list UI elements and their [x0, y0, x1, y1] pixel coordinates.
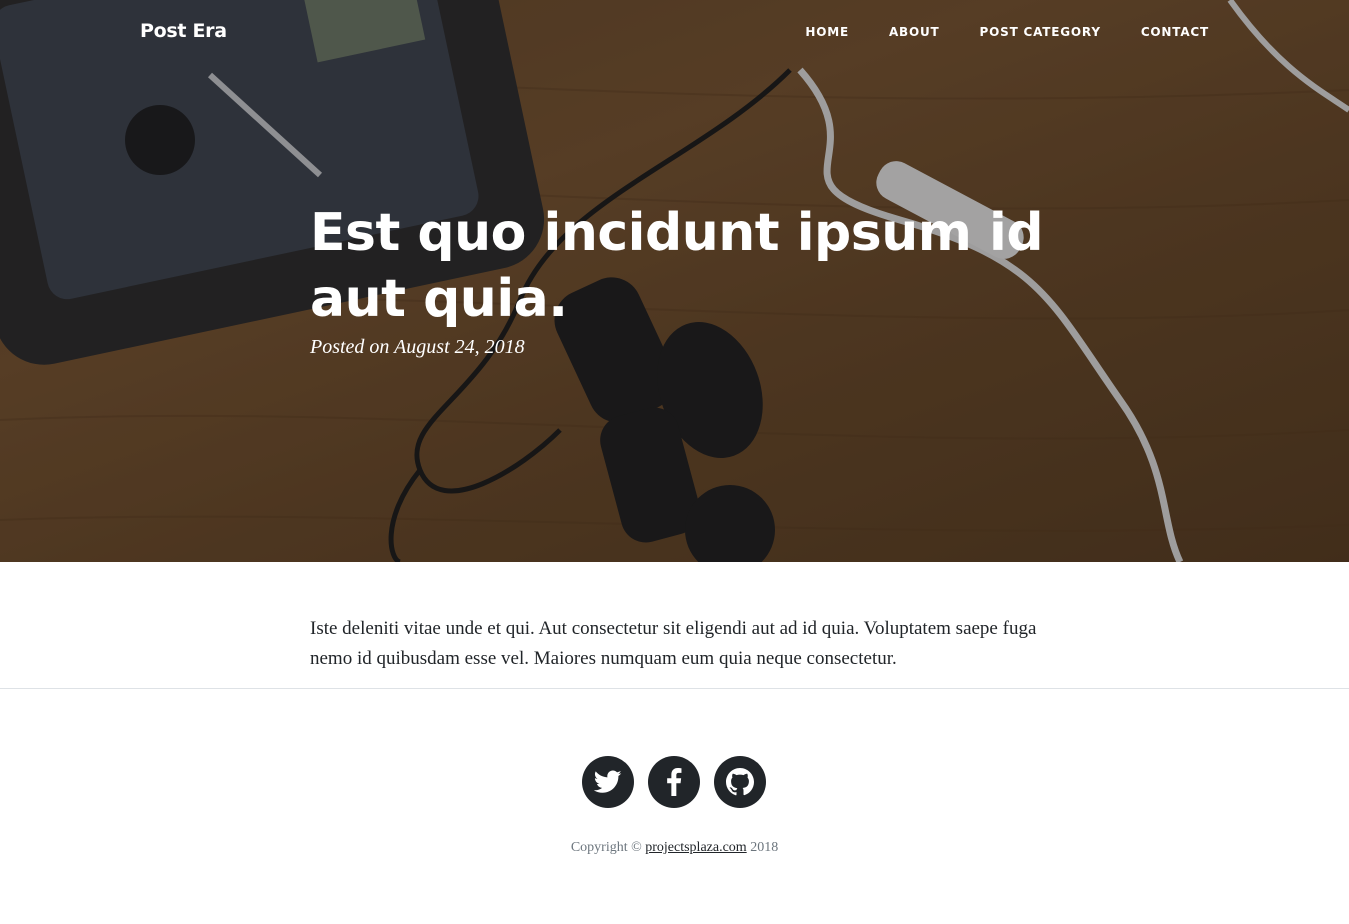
- social-links: [582, 756, 766, 808]
- twitter-link[interactable]: [582, 756, 634, 808]
- brand-logo-link[interactable]: Post Era: [140, 20, 227, 42]
- github-icon: [726, 768, 754, 796]
- copyright-suffix: 2018: [746, 840, 779, 855]
- nav-item-post-category[interactable]: POST CATEGORY: [980, 25, 1101, 39]
- nav-item-contact[interactable]: CONTACT: [1141, 25, 1209, 39]
- post-title: Est quo incidunt ipsum id aut quia.: [310, 203, 1044, 329]
- main-navbar: Post Era HOME ABOUT POST CATEGORY CONTAC…: [0, 0, 1349, 64]
- nav-menu: HOME ABOUT POST CATEGORY CONTACT: [805, 25, 1209, 39]
- nav-item-home[interactable]: HOME: [805, 25, 849, 39]
- facebook-link[interactable]: [648, 756, 700, 808]
- twitter-icon: [594, 770, 622, 793]
- copyright-link[interactable]: projectsplaza.com: [645, 840, 746, 855]
- copyright-text: Copyright © projectsplaza.com 2018: [0, 840, 1349, 856]
- article-paragraph: Iste deleniti vitae unde et qui. Aut con…: [310, 618, 1037, 669]
- post-heading: Est quo incidunt ipsum id aut quia. Post…: [310, 200, 1050, 359]
- post-article: Iste deleniti vitae unde et qui. Aut con…: [310, 614, 1050, 674]
- copyright-prefix: Copyright ©: [570, 840, 646, 855]
- facebook-icon: [667, 768, 682, 796]
- github-link[interactable]: [714, 756, 766, 808]
- footer-divider: [0, 688, 1349, 689]
- hero-header: Post Era HOME ABOUT POST CATEGORY CONTAC…: [0, 0, 1349, 562]
- nav-item-about[interactable]: ABOUT: [889, 25, 940, 39]
- post-meta: Posted on August 24, 2018: [310, 336, 525, 358]
